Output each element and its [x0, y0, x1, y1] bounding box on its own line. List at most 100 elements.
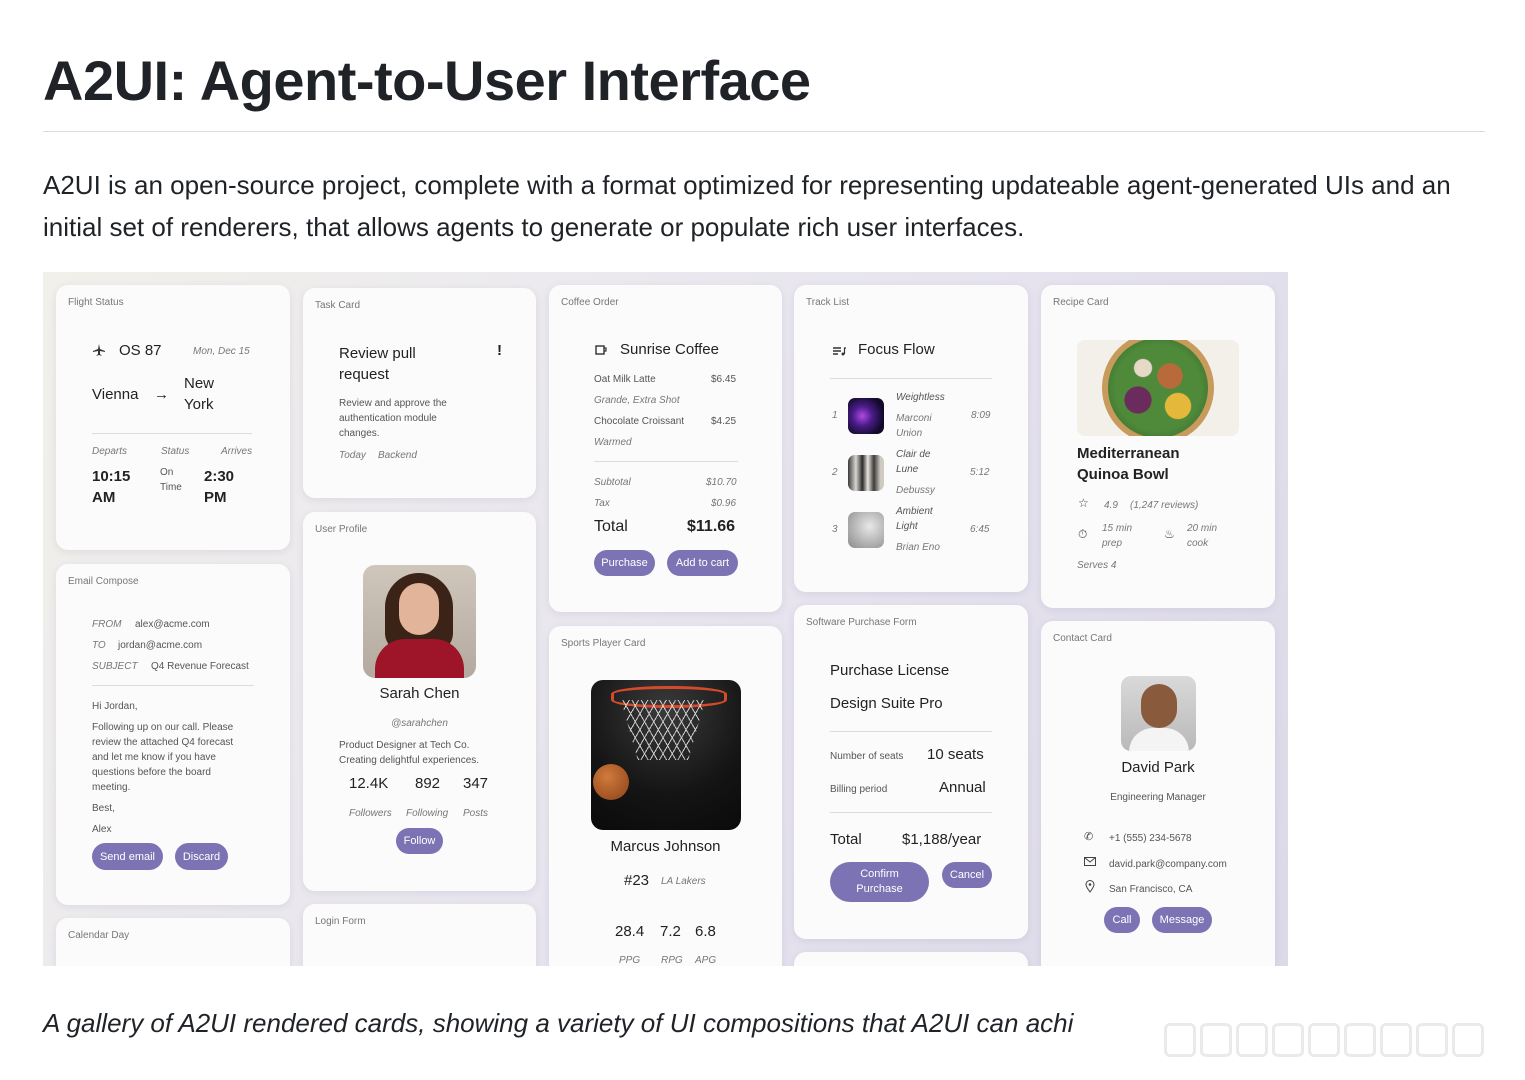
- flight-origin: Vienna: [92, 386, 139, 403]
- track-number: 3: [832, 524, 838, 535]
- billing-field[interactable]: Annual: [939, 779, 986, 796]
- task-due: Today: [339, 450, 366, 461]
- track-title: Weightless: [896, 392, 945, 403]
- recipe-title-2: Quinoa Bowl: [1077, 466, 1169, 483]
- card-label: Software Purchase Form: [806, 617, 917, 628]
- divider: [830, 731, 992, 732]
- confirm-label-2: Purchase: [856, 883, 903, 895]
- order-item-price: $6.45: [711, 374, 737, 385]
- confirm-purchase-button[interactable]: Confirm Purchase: [830, 862, 929, 902]
- seats-label: Number of seats: [830, 751, 904, 762]
- discard-button[interactable]: Discard: [175, 843, 228, 870]
- contact-phone[interactable]: +1 (555) 234-5678: [1109, 833, 1192, 844]
- order-item-option: Warmed: [594, 437, 632, 448]
- total-label: Total: [830, 831, 862, 848]
- gallery-caption: A gallery of A2UI rendered cards, showin…: [43, 1008, 1074, 1038]
- watermark-glyph: [1452, 1023, 1484, 1057]
- divider: [830, 378, 992, 379]
- email-line: meeting.: [92, 782, 131, 793]
- rpg-value: 7.2: [660, 923, 681, 940]
- posts-label: Posts: [463, 808, 489, 819]
- contact-card: Contact Card David Park Engineering Mana…: [1041, 621, 1275, 966]
- card-gallery-image: Flight Status OS 87 Mon, Dec 15 Vienna →…: [43, 272, 1288, 966]
- arrival-ampm: PM: [204, 489, 227, 506]
- player-name: Marcus Johnson: [610, 838, 721, 855]
- track-artist: Brian Eno: [896, 542, 940, 553]
- cook-time: 20 min: [1187, 523, 1218, 534]
- card-label: Recipe Card: [1053, 297, 1109, 308]
- card-label: Sports Player Card: [561, 638, 646, 649]
- to-field[interactable]: jordan@acme.com: [118, 640, 202, 651]
- from-label: FROM: [92, 619, 122, 630]
- profile-bio: Product Designer at Tech Co.: [339, 740, 470, 751]
- user-profile-card: User Profile Sarah Chen @sarahchen Produ…: [303, 512, 536, 891]
- prep-label: prep: [1102, 538, 1123, 549]
- rpg-label: RPG: [661, 955, 683, 966]
- track-title: Clair de: [896, 449, 931, 460]
- add-to-cart-button[interactable]: Add to cart: [667, 550, 738, 576]
- total-label: Total: [594, 518, 628, 535]
- flight-date: Mon, Dec 15: [193, 346, 250, 357]
- task-card: Task Card Review pull request ! Review a…: [303, 288, 536, 498]
- profile-bio-2: Creating delightful experiences.: [339, 755, 480, 766]
- form-title: Purchase License: [830, 662, 950, 679]
- flight-status-card: Flight Status OS 87 Mon, Dec 15 Vienna →…: [56, 285, 290, 550]
- recipe-photo: [1077, 340, 1239, 436]
- message-button[interactable]: Message: [1152, 907, 1212, 933]
- subject-field[interactable]: Q4 Revenue Forecast: [151, 661, 249, 672]
- task-desc-2: authentication module: [339, 413, 437, 424]
- sports-player-card: Sports Player Card Marcus Johnson #23 LA…: [549, 626, 782, 966]
- playlist-icon: [833, 347, 846, 356]
- call-button[interactable]: Call: [1104, 907, 1140, 933]
- airplane-icon: [93, 344, 105, 356]
- flight-number: OS 87: [119, 342, 162, 359]
- priority-flag-icon: !: [497, 342, 502, 359]
- track-artist-2: Union: [896, 428, 923, 439]
- card-label: Flight Status: [68, 297, 124, 308]
- email-line: review the attached Q4 forecast: [92, 737, 234, 748]
- follow-button[interactable]: Follow: [396, 828, 443, 854]
- track-title-2: Light: [896, 521, 918, 532]
- email-line: questions before the board: [92, 767, 211, 778]
- tax-value: $0.96: [711, 498, 737, 509]
- contact-email[interactable]: david.park@company.com: [1109, 859, 1227, 870]
- review-count: (1,247 reviews): [1130, 500, 1199, 511]
- following-label: Following: [406, 808, 449, 819]
- watermark-overlay: [1160, 1013, 1510, 1061]
- order-item: Oat Milk Latte: [594, 374, 656, 385]
- task-desc: Review and approve the: [339, 398, 447, 409]
- location-pin-icon: [1085, 880, 1095, 893]
- tax-label: Tax: [594, 498, 610, 509]
- watermark-glyph: [1272, 1023, 1304, 1057]
- purchase-button[interactable]: Purchase: [594, 550, 655, 576]
- track-title-2: Lune: [896, 464, 919, 475]
- shop-name: Sunrise Coffee: [620, 341, 719, 358]
- servings: Serves 4: [1077, 560, 1117, 571]
- cook-label: cook: [1187, 538, 1209, 549]
- software-purchase-card: Software Purchase Form Purchase License …: [794, 605, 1028, 939]
- watermark-glyph: [1416, 1023, 1448, 1057]
- send-email-button[interactable]: Send email: [92, 843, 163, 870]
- card-label: Track List: [806, 297, 849, 308]
- seats-field[interactable]: 10 seats: [927, 746, 984, 763]
- player-number: #23: [624, 872, 650, 889]
- task-desc-3: changes.: [339, 428, 380, 439]
- from-field[interactable]: alex@acme.com: [135, 619, 210, 630]
- track-title: Ambient: [896, 506, 933, 517]
- ppg-value: 28.4: [615, 923, 645, 940]
- email-line: Following up on our call. Please: [92, 722, 234, 733]
- card-label: User Profile: [315, 524, 368, 535]
- divider: [92, 685, 254, 686]
- arrival-time: 2:30: [204, 468, 235, 485]
- player-team: LA Lakers: [661, 876, 706, 887]
- album-art: [848, 512, 884, 548]
- departure-ampm: AM: [92, 489, 116, 506]
- order-item-price: $4.25: [711, 416, 737, 427]
- subject-label: SUBJECT: [92, 661, 138, 672]
- card-label: Login Form: [315, 916, 366, 927]
- card-label: Contact Card: [1053, 633, 1112, 644]
- following-count: 892: [415, 775, 441, 792]
- watermark-glyph: [1164, 1023, 1196, 1057]
- to-label: TO: [92, 640, 106, 651]
- cancel-button[interactable]: Cancel: [942, 862, 992, 888]
